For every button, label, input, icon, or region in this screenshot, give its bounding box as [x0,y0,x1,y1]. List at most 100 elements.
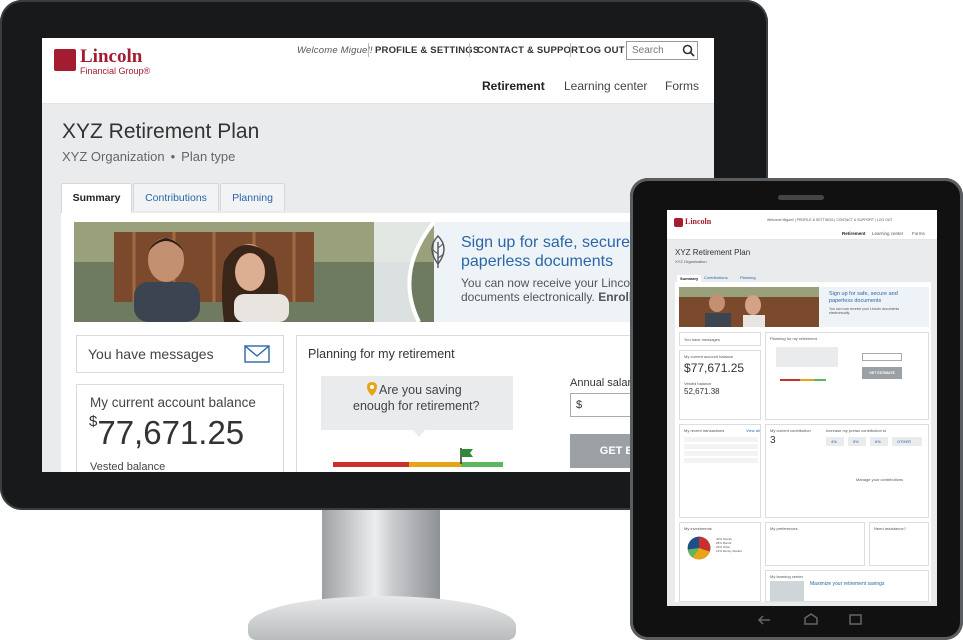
tablet-vested-label: Vested balance [684,381,712,386]
vested-label: Vested balance [90,461,166,472]
logout-link[interactable]: LOG OUT [580,45,625,56]
tablet-assistance-title: Need assistance? [874,526,906,531]
plan-type: Plan type [181,149,236,164]
tablet-planning-title: Planning for my retirement [770,336,817,341]
lincoln-logo-icon[interactable] [54,49,76,71]
paperless-banner[interactable]: Sign up for safe, secure paperless docum… [74,222,714,322]
tablet-opt-4[interactable]: 4% [826,437,844,446]
tablet-estimate-button[interactable]: GET ESTIMATE [862,367,902,379]
tablet-balance-value: $77,671.25 [684,361,745,375]
tablet-tab-contributions[interactable]: Contributions [704,275,728,280]
tablet-learning-card: My learning center Maximize your retirem… [765,570,929,602]
divider [469,43,470,57]
tablet-assistance-card: Need assistance? [869,522,929,566]
tablet-nav-learning[interactable]: Learning center [872,231,903,236]
meter-red [333,462,409,467]
tablet-opt-6-label: 6% [875,439,881,444]
salary-prefix: $ [576,399,583,411]
messages-label: You have messages [88,346,214,362]
tablet-transactions-card: My recent transactions View all [679,424,761,518]
envelope-icon[interactable] [244,345,270,363]
tablet-content: XYZ Retirement Plan XYZ Organization Sum… [667,240,937,606]
tablet-opt-other[interactable]: OTHER [892,437,922,446]
search-placeholder: Search [632,45,664,56]
tablet-view-all[interactable]: View all [746,428,760,433]
bubble-pointer [413,430,425,437]
balance-value: 77,671.25 [97,414,245,451]
tablet-logo-text[interactable]: Lincoln [685,217,711,226]
tablet-opt-5[interactable]: 5% [848,437,866,446]
tab-planning[interactable]: Planning [220,183,285,211]
meter-yellow [409,462,461,467]
monitor-stand-neck [322,510,440,600]
location-pin-icon [367,382,377,396]
tablet-welcome: Welcome Miguel! [767,218,794,222]
site-header: Lincoln Financial Group® Welcome Miguel!… [42,38,714,104]
plan-title: XYZ Retirement Plan [62,120,260,143]
tablet-nav-forms[interactable]: Forms [912,231,925,236]
enroll-link[interactable]: Enroll [598,290,632,304]
tablet-logout[interactable]: LOG OUT [877,218,893,222]
search-input[interactable]: Search [626,41,698,60]
nav-forms[interactable]: Forms [665,79,699,93]
banner-body-2-text: documents electronically. [461,290,595,304]
monitor-stand-base [248,596,516,640]
tablet-learning-headline[interactable]: Maximize your retirement savings [810,581,884,587]
tablet-opt-4-label: 4% [831,439,837,444]
tablet-banner-h1: Sign up for safe, secure and [829,291,898,297]
tablet-investments-pie [687,536,711,560]
main-content: XYZ Retirement Plan XYZ Organization • Pla… [42,104,714,472]
tablet-manage-text[interactable]: Manage your contributions [856,477,903,482]
tablet-salary-input[interactable] [862,353,902,361]
tablet-contact[interactable]: CONTACT & SUPPORT [836,218,874,222]
tablet-logo-icon[interactable] [674,218,683,227]
salary-label: Annual salary [570,377,637,389]
search-icon[interactable] [682,44,695,57]
tablet-contribution-card: My current contribution 3 Increase my pr… [765,424,929,518]
tablet-planning-card: Planning for my retirement GET ESTIMATE [765,332,929,420]
logo-text[interactable]: Lincoln [80,46,142,68]
divider [570,43,571,57]
tablet-nav-buttons [757,613,862,625]
tablet-transactions-title: My recent transactions [684,428,725,433]
saving-question-2: enough for retirement? [353,399,480,413]
saving-question-bubble: Are you saving enough for retirement? [321,376,513,437]
tablet-tab-summary[interactable]: Summary [677,275,702,282]
tablet-balance-number: 77,671.25 [690,361,745,375]
nav-learning-center[interactable]: Learning center [564,79,647,93]
tablet-question-bubble [776,347,838,367]
tablet-opt-6[interactable]: 6% [870,437,888,446]
contact-support-link[interactable]: CONTACT & SUPPORT [477,45,584,56]
tablet-messages-label: You have messages [684,337,720,342]
tablet-plan-title: XYZ Retirement Plan [675,248,751,257]
tablet-contribution-title: My current contribution [770,428,811,433]
nav-retirement[interactable]: Retirement [482,79,545,93]
goal-flag-icon [460,448,473,464]
profile-settings-link[interactable]: PROFILE & SETTINGS [375,45,479,56]
tablet-increase-title: Increase my pretax contribution to [826,428,887,433]
messages-box[interactable]: You have messages [76,335,284,373]
tablet-banner[interactable]: Sign up for safe, secure and paperless d… [679,287,929,327]
tablet-meter-red [780,379,800,381]
tablet-speaker [778,195,824,200]
tablet-screen: Lincoln Welcome Miguel! | PROFILE & SETT… [667,210,937,606]
desktop-screen: Lincoln Financial Group® Welcome Miguel!… [42,38,714,472]
tablet-investments-title: My investments [684,526,712,531]
tablet-messages-box[interactable]: You have messages [679,332,761,346]
tablet-profile[interactable]: PROFILE & SETTINGS [797,218,834,222]
tablet-preferences-title: My preferences [770,526,798,531]
tab-contributions[interactable]: Contributions [133,183,219,211]
tablet-nav-retirement[interactable]: Retirement [842,231,866,236]
tablet-balance-label: My current account balance [684,354,734,359]
plan-subtitle: XYZ Organization • Plan type [62,149,236,164]
balance-label: My current account balance [90,395,256,410]
account-balance-card: My current account balance $77,671.25 Ve… [76,384,284,472]
tablet-balance-card: My current account balance $77,671.25 Ve… [679,350,761,420]
tablet-tab-planning[interactable]: Planning [740,275,756,280]
tablet-contribution-value: 3 [770,435,776,446]
tablet-pie-legend: 40% Stocks 28% Bonds 20% Other 12% Money… [716,537,760,553]
tab-summary[interactable]: Summary [61,183,132,213]
tablet-vested-value: 52,671.38 [684,387,720,396]
divider [368,43,369,57]
banner-headline-1: Sign up for safe, secure [461,234,630,251]
